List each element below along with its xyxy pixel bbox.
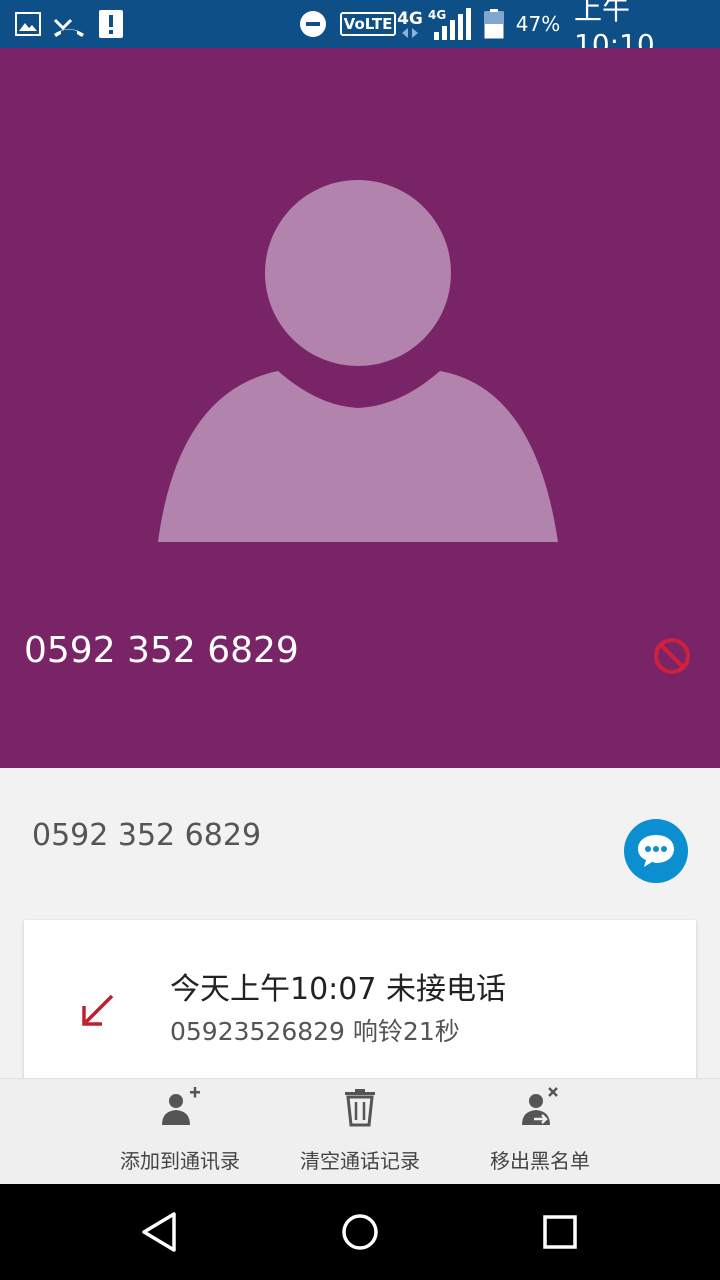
- contact-header: 0592 352 6829: [0, 48, 720, 768]
- phone-number-row[interactable]: 0592 352 6829: [0, 768, 720, 918]
- missed-call-icon: [52, 0, 86, 48]
- recents-icon[interactable]: [536, 1208, 584, 1256]
- send-message-button[interactable]: [624, 819, 688, 883]
- remove-from-blacklist-button[interactable]: 移出黑名单: [450, 1079, 630, 1185]
- call-log-title: 今天上午10:07 未接电话: [170, 972, 506, 1007]
- action-bar: 添加到通讯录 清空通话记录 移出黑名单: [0, 1078, 720, 1184]
- status-bar: VoLTE 4G 4G 47% 上午10:10: [0, 0, 720, 61]
- add-contact-icon: [162, 1087, 200, 1125]
- navigation-bar: [0, 1184, 720, 1280]
- 4g-signal-icon: 4G: [428, 0, 472, 48]
- add-to-contacts-label: 添加到通讯录: [120, 1149, 240, 1173]
- volte-icon: VoLTE: [339, 0, 397, 48]
- back-icon[interactable]: [136, 1208, 184, 1256]
- remove-from-blacklist-label: 移出黑名单: [490, 1149, 590, 1173]
- clear-call-log-label: 清空通话记录: [300, 1149, 420, 1173]
- gallery-icon: [14, 0, 42, 48]
- network-label-1: 4G: [397, 9, 423, 29]
- 4g-data-icon: 4G: [396, 0, 424, 48]
- battery-icon: [482, 0, 506, 48]
- alert-icon: [98, 0, 124, 48]
- dnd-icon: [298, 0, 328, 48]
- home-icon[interactable]: [336, 1208, 384, 1256]
- battery-percent: 47%: [515, 12, 561, 36]
- block-icon[interactable]: [652, 636, 692, 676]
- remove-blacklist-icon: [522, 1087, 558, 1125]
- missed-call-arrow-icon: [82, 994, 114, 1026]
- trash-icon: [345, 1089, 375, 1127]
- phone-number: 0592 352 6829: [32, 818, 262, 853]
- header-phone-number: 0592 352 6829: [24, 630, 299, 671]
- volte-label: VoLTE: [339, 12, 397, 36]
- call-log-subtitle: 05923526829 响铃21秒: [170, 1017, 460, 1046]
- chat-bubble-icon: [638, 835, 674, 867]
- call-log-entry[interactable]: 今天上午10:07 未接电话 05923526829 响铃21秒: [24, 920, 696, 1080]
- add-to-contacts-button[interactable]: 添加到通讯录: [90, 1079, 270, 1185]
- status-time: 上午10:10: [574, 0, 655, 61]
- clear-call-log-button[interactable]: 清空通话记录: [270, 1079, 450, 1185]
